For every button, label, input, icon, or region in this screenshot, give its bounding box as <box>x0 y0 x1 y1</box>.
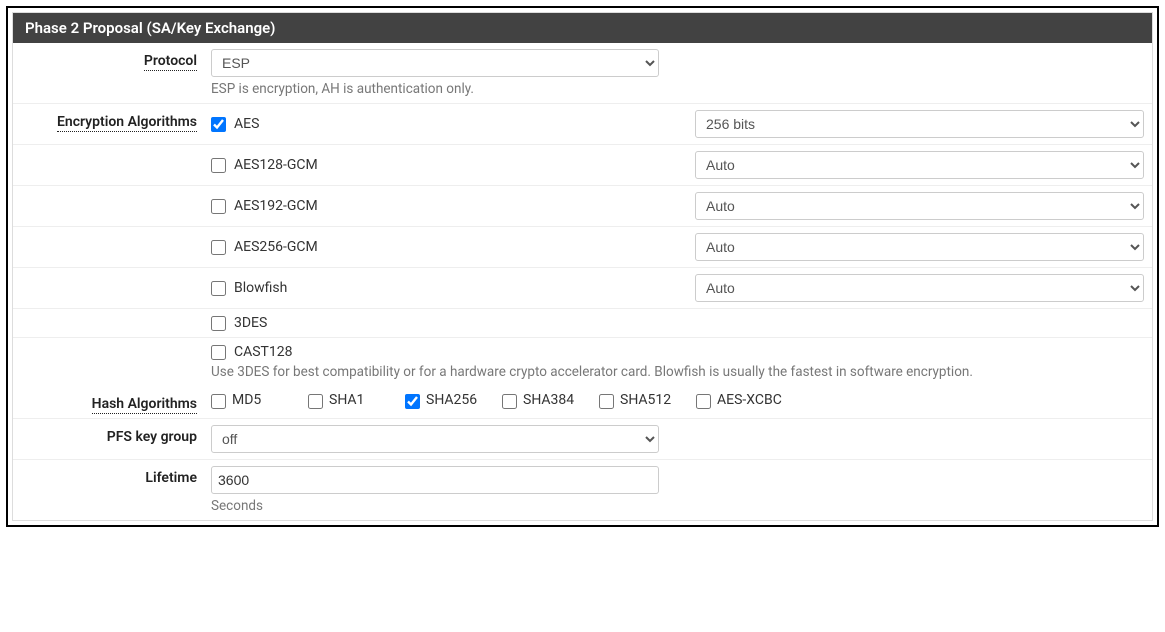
lifetime-label: Lifetime <box>145 470 197 486</box>
enc-row-cast128: CAST128 Use 3DES for best compatibility o… <box>13 338 1152 386</box>
enc-label-aes256-gcm: AES256-GCM <box>234 239 318 255</box>
enc-row-blowfish: Blowfish Auto <box>13 268 1152 309</box>
encryption-label: Encryption Algorithms <box>57 114 197 132</box>
enc-checkbox-aes[interactable] <box>211 117 226 132</box>
enc-row-aes256-gcm: AES256-GCM Auto <box>13 227 1152 268</box>
hash-item-aes-xcbc: AES-XCBC <box>696 392 793 409</box>
row-lifetime: Lifetime Seconds <box>13 460 1152 520</box>
enc-checkbox-cast128[interactable] <box>211 345 226 360</box>
hash-label-sha1: SHA1 <box>329 392 364 408</box>
enc-checkbox-aes128-gcm[interactable] <box>211 158 226 173</box>
hash-checkbox-md5[interactable] <box>211 394 226 409</box>
enc-bits-select-blowfish[interactable]: Auto <box>695 274 1144 302</box>
hash-label-aes-xcbc: AES-XCBC <box>717 392 782 408</box>
enc-label-aes: AES <box>234 116 259 132</box>
row-pfs: PFS key group off <box>13 419 1152 460</box>
hash-label-sha384: SHA384 <box>523 392 574 408</box>
enc-label-aes192-gcm: AES192-GCM <box>234 198 318 214</box>
enc-row-3des: 3DES <box>13 309 1152 338</box>
row-protocol: Protocol ESP ESP is encryption, AH is au… <box>13 43 1152 104</box>
protocol-label: Protocol <box>144 53 197 71</box>
hash-checkbox-sha384[interactable] <box>502 394 517 409</box>
hash-checkbox-sha1[interactable] <box>308 394 323 409</box>
hash-checkbox-sha512[interactable] <box>599 394 614 409</box>
enc-label-cast128: CAST128 <box>234 344 293 360</box>
enc-row-aes192-gcm: AES192-GCM Auto <box>13 186 1152 227</box>
enc-checkbox-aes256-gcm[interactable] <box>211 240 226 255</box>
enc-checkbox-aes192-gcm[interactable] <box>211 199 226 214</box>
enc-row-aes128-gcm: AES128-GCM Auto <box>13 145 1152 186</box>
hash-label: Hash Algorithms <box>92 396 197 414</box>
enc-bits-select-aes256-gcm[interactable]: Auto <box>695 233 1144 261</box>
enc-bits-select-aes128-gcm[interactable]: Auto <box>695 151 1144 179</box>
panel-title: Phase 2 Proposal (SA/Key Exchange) <box>13 13 1152 43</box>
hash-checkbox-aes-xcbc[interactable] <box>696 394 711 409</box>
protocol-select[interactable]: ESP <box>211 49 659 77</box>
hash-item-sha512: SHA512 <box>599 392 696 409</box>
hash-checkbox-sha256[interactable] <box>405 394 420 409</box>
hash-item-sha384: SHA384 <box>502 392 599 409</box>
hash-label-sha512: SHA512 <box>620 392 671 408</box>
hash-item-sha1: SHA1 <box>308 392 405 409</box>
enc-bits-select-aes[interactable]: 256 bits <box>695 110 1144 138</box>
enc-label-aes128-gcm: AES128-GCM <box>234 157 318 173</box>
encryption-help: Use 3DES for best compatibility or for a… <box>211 364 1144 380</box>
hash-item-sha256: SHA256 <box>405 392 502 409</box>
hash-item-md5: MD5 <box>211 392 308 409</box>
enc-row-aes: Encryption Algorithms AES 256 bits <box>13 104 1152 145</box>
lifetime-input[interactable] <box>211 466 659 494</box>
pfs-select[interactable]: off <box>211 425 659 453</box>
enc-checkbox-blowfish[interactable] <box>211 281 226 296</box>
enc-label-blowfish: Blowfish <box>234 280 287 296</box>
enc-label-3des: 3DES <box>234 315 267 331</box>
lifetime-help: Seconds <box>211 498 1144 514</box>
protocol-help: ESP is encryption, AH is authentication … <box>211 81 1144 97</box>
phase2-proposal-panel: Phase 2 Proposal (SA/Key Exchange) Proto… <box>12 12 1153 521</box>
row-hash: Hash Algorithms MD5 SHA1 SHA256 SHA384 SHA51… <box>13 386 1152 419</box>
enc-checkbox-3des[interactable] <box>211 316 226 331</box>
hash-label-md5: MD5 <box>232 392 261 408</box>
pfs-label: PFS key group <box>107 429 197 445</box>
hash-label-sha256: SHA256 <box>426 392 477 408</box>
enc-bits-select-aes192-gcm[interactable]: Auto <box>695 192 1144 220</box>
